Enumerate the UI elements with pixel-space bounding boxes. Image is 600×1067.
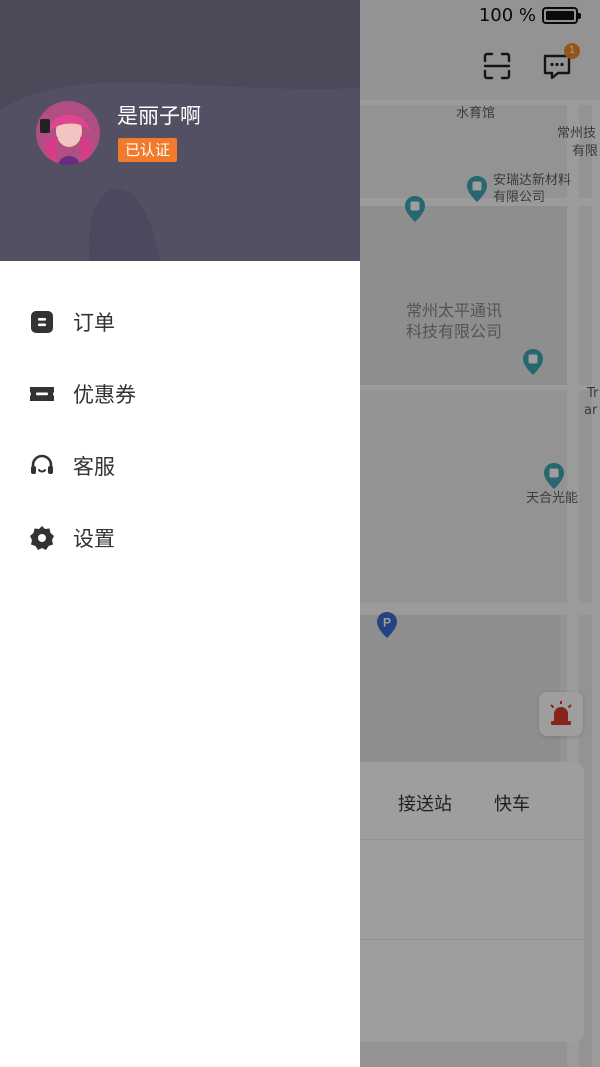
menu-item-label: 订单 [73, 311, 115, 335]
coupon-icon [28, 380, 56, 408]
username: 是丽子啊 [117, 104, 201, 128]
order-icon [28, 308, 56, 336]
menu-item-customer-service[interactable]: 客服 [0, 430, 360, 502]
menu-item-settings[interactable]: 设置 [0, 502, 360, 574]
menu-item-label: 优惠券 [73, 383, 136, 407]
side-drawer: 是丽子啊 已认证 订单 优惠券 客服 设置 [0, 0, 360, 1067]
menu-item-label: 客服 [73, 455, 115, 479]
menu-item-coupons[interactable]: 优惠券 [0, 358, 360, 430]
gear-icon [28, 524, 56, 552]
verified-badge: 已认证 [118, 138, 178, 162]
headset-icon [28, 452, 56, 480]
menu-item-label: 设置 [73, 527, 115, 551]
drawer-menu: 订单 优惠券 客服 设置 [0, 286, 360, 574]
menu-item-orders[interactable]: 订单 [0, 286, 360, 358]
drawer-header: 是丽子啊 已认证 [0, 0, 360, 261]
avatar[interactable] [36, 101, 100, 165]
